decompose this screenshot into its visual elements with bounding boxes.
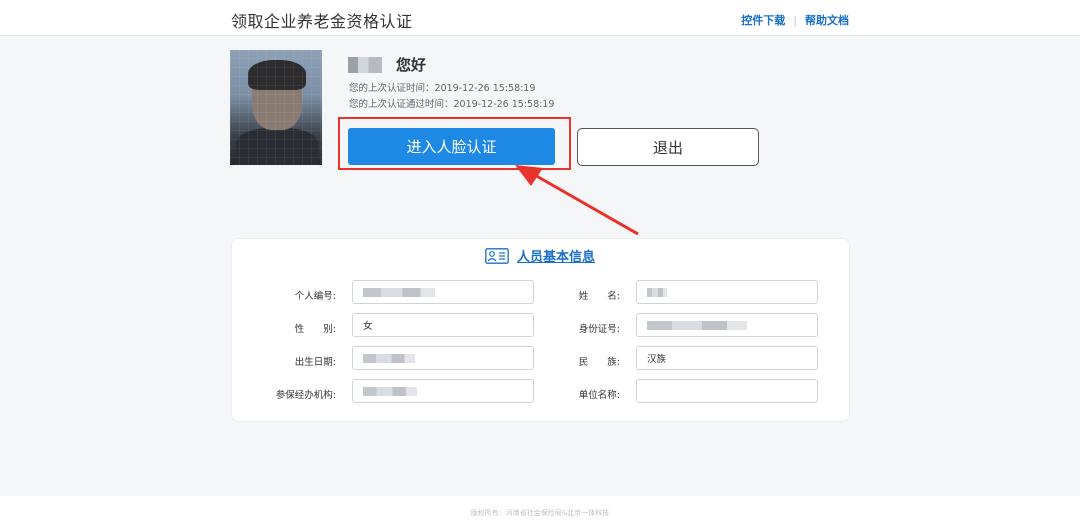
last-auth-time: 您的上次认证时间：2019-12-26 15:58:19 bbox=[349, 83, 536, 94]
masked-value bbox=[647, 287, 667, 297]
birth-field[interactable] bbox=[352, 346, 534, 370]
copyright-text: 版权所有：河南省社会保险局&北京一体科技 bbox=[470, 509, 610, 517]
help-docs-link[interactable]: 帮助文档 bbox=[805, 12, 849, 28]
top-links: 控件下载 | 帮助文档 bbox=[741, 12, 849, 28]
id-number-label: 身份证号: bbox=[578, 324, 620, 335]
footer: 版权所有：河南省社会保险局&北京一体科技 bbox=[0, 496, 1080, 529]
plugin-download-link[interactable]: 控件下载 bbox=[741, 12, 785, 28]
masked-value bbox=[363, 386, 417, 396]
masked-value bbox=[363, 287, 435, 297]
greeting-text: 您好 bbox=[396, 56, 427, 74]
birth-label: 出生日期: bbox=[294, 357, 336, 368]
agency-label: 参保经办机构: bbox=[275, 390, 336, 401]
id-number-field[interactable] bbox=[636, 313, 818, 337]
name-field[interactable] bbox=[636, 280, 818, 304]
gender-field[interactable]: 女 bbox=[352, 313, 534, 337]
personal-no-label: 个人编号: bbox=[294, 291, 336, 302]
ethnicity-value: 汉族 bbox=[647, 354, 667, 365]
page-title: 领取企业养老金资格认证 bbox=[231, 12, 413, 31]
employer-field[interactable] bbox=[636, 379, 818, 403]
agency-field[interactable] bbox=[352, 379, 534, 403]
ethnicity-field[interactable]: 汉族 bbox=[636, 346, 818, 370]
top-bar: 领取企业养老金资格认证 控件下载 | 帮助文档 bbox=[0, 0, 1080, 36]
id-card-icon bbox=[485, 247, 509, 264]
ethnicity-label: 民 族: bbox=[578, 357, 620, 368]
employer-label: 单位名称: bbox=[578, 390, 620, 401]
gender-value: 女 bbox=[363, 321, 373, 332]
personal-no-field[interactable] bbox=[352, 280, 534, 304]
masked-user-name bbox=[348, 56, 382, 73]
link-divider: | bbox=[793, 13, 797, 27]
masked-value bbox=[363, 353, 415, 363]
red-arrow-icon bbox=[515, 165, 639, 236]
masked-value bbox=[647, 320, 747, 330]
card-title-text: 人员基本信息 bbox=[517, 250, 596, 265]
avatar bbox=[230, 50, 322, 165]
name-label: 姓 名: bbox=[578, 291, 620, 302]
card-title: 人员基本信息 bbox=[485, 246, 595, 265]
gender-label: 性 别: bbox=[294, 324, 336, 335]
last-pass-time: 您的上次认证通过时间：2019-12-26 15:58:19 bbox=[349, 99, 555, 110]
greeting: 您好 bbox=[348, 54, 426, 75]
